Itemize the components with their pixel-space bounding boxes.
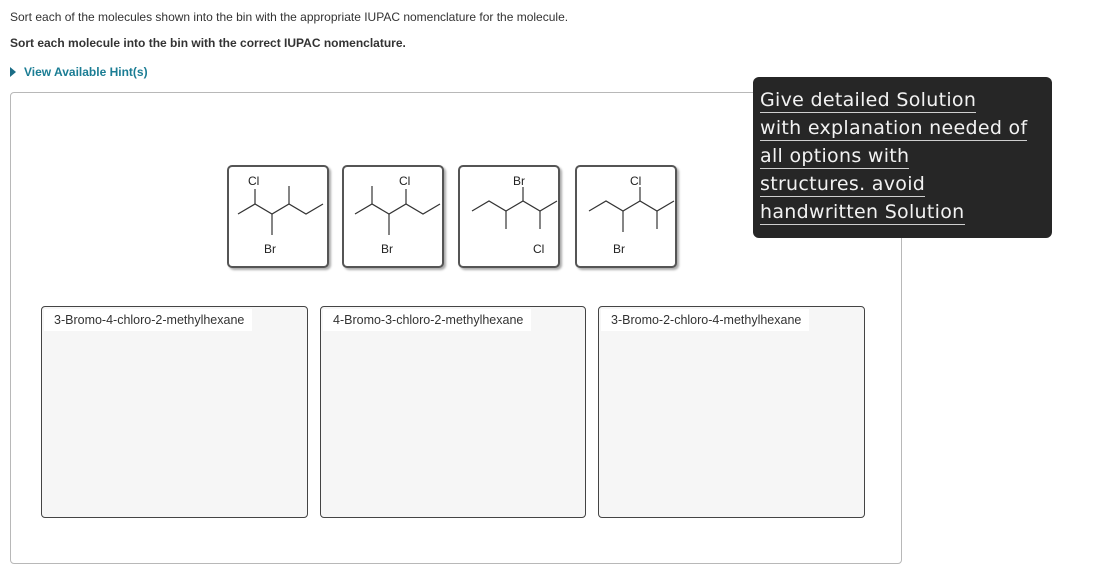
atom-label-bottom: Br xyxy=(264,242,276,256)
bin-title: 4-Bromo-3-chloro-2-methylhexane xyxy=(323,309,532,331)
skeletal-structure xyxy=(354,186,441,235)
skeletal-structure xyxy=(237,186,324,235)
atom-label-top: Cl xyxy=(248,174,260,188)
overlay-note: Give detailed Solution with explanation … xyxy=(753,77,1052,238)
bin-title: 3-Bromo-4-chloro-2-methylhexane xyxy=(44,309,253,331)
view-hints-label: View Available Hint(s) xyxy=(24,65,148,79)
instruction-bold-text: Sort each molecule into the bin with the… xyxy=(10,36,406,50)
molecule-card[interactable]: Br Cl xyxy=(458,165,560,268)
note-line: Give detailed Solution xyxy=(760,89,977,113)
bin-title: 3-Bromo-2-chloro-4-methylhexane xyxy=(601,309,810,331)
drop-bin[interactable]: 3-Bromo-2-chloro-4-methylhexane xyxy=(598,306,865,518)
atom-label-top: Br xyxy=(513,174,525,188)
note-line: structures. avoid xyxy=(760,173,926,197)
atom-label-top: Cl xyxy=(399,174,411,188)
molecule-card[interactable]: Cl Br xyxy=(227,165,329,268)
instruction-text: Sort each of the molecules shown into th… xyxy=(10,10,569,24)
atom-label-top: Cl xyxy=(630,174,642,188)
note-line: with explanation needed of xyxy=(760,117,1028,141)
note-line: handwritten Solution xyxy=(760,201,965,225)
triangle-right-icon xyxy=(10,67,16,77)
molecule-card[interactable]: Cl Br xyxy=(575,165,677,268)
view-hints-link[interactable]: View Available Hint(s) xyxy=(10,65,148,79)
drop-bin[interactable]: 4-Bromo-3-chloro-2-methylhexane xyxy=(320,306,586,518)
note-line: all options with xyxy=(760,145,910,169)
drop-bin[interactable]: 3-Bromo-4-chloro-2-methylhexane xyxy=(41,306,308,518)
atom-label-bottom: Br xyxy=(613,242,625,256)
atom-label-bottom: Br xyxy=(381,242,393,256)
atom-label-bottom: Cl xyxy=(533,242,545,256)
molecule-card[interactable]: Cl Br xyxy=(342,165,444,268)
